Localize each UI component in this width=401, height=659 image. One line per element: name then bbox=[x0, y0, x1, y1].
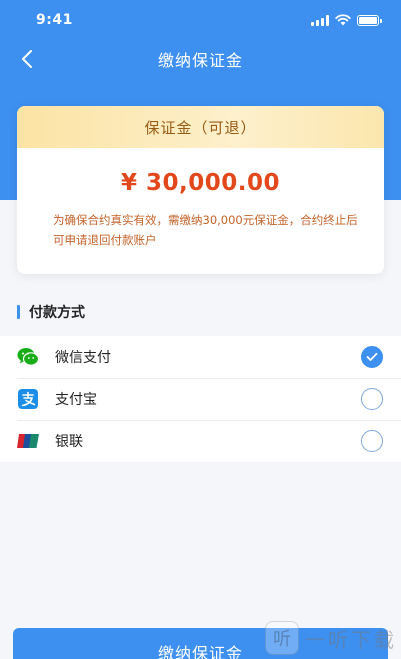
payment-section-title: 付款方式 bbox=[17, 302, 85, 322]
deposit-card: 保证金（可退） ¥ 30,000.00 为确保合约真实有效，需缴纳30,000元… bbox=[17, 106, 384, 274]
payment-option-unionpay[interactable]: 银联 bbox=[0, 420, 401, 462]
status-time: 9:41 bbox=[36, 12, 73, 28]
unionpay-icon bbox=[17, 431, 39, 451]
battery-icon bbox=[357, 14, 382, 26]
deposit-note: 为确保合约真实有效，需缴纳30,000元保证金，合约终止后可申请退回付款账户 bbox=[53, 213, 358, 247]
watermark-text: 一听下载 bbox=[305, 627, 397, 652]
deposit-card-header: 保证金（可退） bbox=[17, 106, 384, 148]
watermark: 听 一听下载 bbox=[265, 618, 397, 658]
status-bar: 9:41 bbox=[0, 0, 401, 40]
chevron-left-icon bbox=[22, 50, 32, 68]
section-marker bbox=[17, 305, 20, 319]
alipay-icon bbox=[17, 389, 39, 409]
payment-section-label: 付款方式 bbox=[29, 305, 85, 321]
wifi-icon bbox=[335, 14, 351, 26]
payment-option-label: 支付宝 bbox=[55, 392, 97, 408]
radio-checked[interactable] bbox=[361, 346, 383, 368]
page-title: 缴纳保证金 bbox=[157, 51, 243, 70]
payment-method-list: 微信支付 支付宝 银联 bbox=[0, 336, 401, 462]
wechat-pay-icon bbox=[17, 347, 39, 367]
nav-bar: 缴纳保证金 bbox=[0, 40, 401, 78]
watermark-logo: 听 bbox=[265, 621, 299, 655]
payment-option-alipay[interactable]: 支付宝 bbox=[0, 378, 401, 420]
payment-option-wechat[interactable]: 微信支付 bbox=[0, 336, 401, 378]
radio-unchecked[interactable] bbox=[361, 388, 383, 410]
payment-option-label: 微信支付 bbox=[55, 350, 111, 366]
deposit-amount: ¥ 30,000.00 bbox=[120, 170, 280, 196]
status-icons bbox=[311, 14, 382, 26]
radio-unchecked[interactable] bbox=[361, 430, 383, 452]
back-button[interactable] bbox=[14, 46, 40, 72]
payment-option-label: 银联 bbox=[55, 434, 83, 450]
check-icon bbox=[366, 352, 378, 361]
signal-icon bbox=[311, 14, 329, 26]
